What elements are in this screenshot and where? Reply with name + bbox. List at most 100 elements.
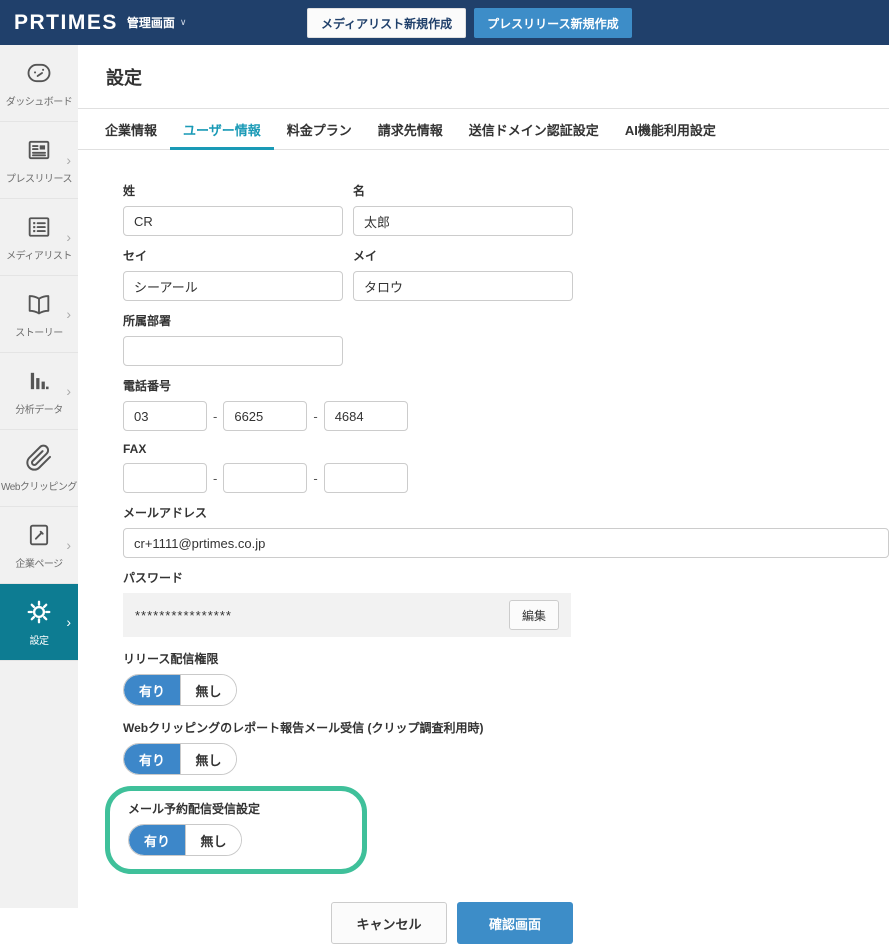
password-label: パスワード <box>123 569 889 586</box>
release-permission-label: リリース配信権限 <box>123 650 889 667</box>
story-icon <box>25 290 53 318</box>
sidebar: ダッシュボード プレスリリース › メディアリスト › <box>0 45 78 908</box>
sidebar-item-company-page[interactable]: 企業ページ › <box>0 507 78 584</box>
press-release-icon <box>25 136 53 164</box>
phone-field-1[interactable] <box>123 401 207 431</box>
name-row: 姓 名 <box>123 182 889 236</box>
sidebar-item-web-clipping[interactable]: Webクリッピング <box>0 430 78 507</box>
chevron-right-icon: › <box>66 229 71 245</box>
password-row: **************** 編集 <box>123 593 571 637</box>
last-name-label: 姓 <box>123 182 343 199</box>
sidebar-item-label: 分析データ <box>15 401 63 416</box>
release-permission-group: リリース配信権限 有り 無し <box>123 650 889 706</box>
chevron-right-icon: › <box>66 614 71 630</box>
email-field[interactable] <box>123 528 889 558</box>
tab-pricing-plan[interactable]: 料金プラン <box>274 109 365 149</box>
sidebar-item-dashboard[interactable]: ダッシュボード <box>0 45 78 122</box>
user-info-form: 姓 名 セイ メイ 所属部署 <box>78 150 889 944</box>
form-actions: キャンセル 確認画面 <box>331 902 889 944</box>
sidebar-item-story[interactable]: ストーリー › <box>0 276 78 353</box>
email-group: メールアドレス <box>123 504 889 558</box>
confirm-button[interactable]: 確認画面 <box>457 902 573 944</box>
company-page-icon <box>25 521 53 549</box>
new-press-release-button[interactable]: プレスリリース新規作成 <box>474 8 631 38</box>
mail-schedule-label: メール予約配信受信設定 <box>128 800 344 817</box>
sidebar-item-label: 設定 <box>30 632 49 647</box>
fax-group: FAX - - <box>123 442 889 493</box>
page-header: 設定 <box>78 45 889 109</box>
web-clipping-icon <box>25 444 53 472</box>
chevron-right-icon: › <box>66 306 71 322</box>
department-group: 所属部署 <box>123 312 889 366</box>
sidebar-item-label: 企業ページ <box>15 555 62 570</box>
sidebar-item-media-list[interactable]: メディアリスト › <box>0 199 78 276</box>
main-content: 設定 企業情報 ユーザー情報 料金プラン 請求先情報 送信ドメイン認証設定 AI… <box>78 45 889 908</box>
chevron-right-icon: › <box>66 537 71 553</box>
release-permission-on[interactable]: 有り <box>124 675 180 705</box>
first-name-kana-field[interactable] <box>353 271 573 301</box>
phone-field-2[interactable] <box>223 401 307 431</box>
webclipping-report-on[interactable]: 有り <box>124 744 180 774</box>
fax-label: FAX <box>123 442 889 456</box>
media-list-icon <box>25 213 53 241</box>
department-field[interactable] <box>123 336 343 366</box>
analytics-icon <box>25 367 53 395</box>
fax-field-1[interactable] <box>123 463 207 493</box>
first-name-kana-label: メイ <box>353 247 573 264</box>
sidebar-item-analytics[interactable]: 分析データ › <box>0 353 78 430</box>
phone-group: 電話番号 - - <box>123 377 889 431</box>
sidebar-item-press-release[interactable]: プレスリリース › <box>0 122 78 199</box>
fax-separator: - <box>313 471 317 486</box>
new-media-list-button[interactable]: メディアリスト新規作成 <box>307 8 466 38</box>
page-title: 設定 <box>106 64 142 90</box>
last-name-field[interactable] <box>123 206 343 236</box>
tab-billing-info[interactable]: 請求先情報 <box>365 109 456 149</box>
webclipping-report-label: Webクリッピングのレポート報告メール受信 (クリップ調査利用時) <box>123 719 889 736</box>
webclipping-report-toggle: 有り 無し <box>123 743 237 775</box>
mail-schedule-toggle: 有り 無し <box>128 824 242 856</box>
chevron-down-icon: ∨ <box>180 17 187 28</box>
password-group: パスワード **************** 編集 <box>123 569 889 637</box>
release-permission-off[interactable]: 無し <box>180 675 236 705</box>
fax-field-3[interactable] <box>324 463 408 493</box>
release-permission-toggle: 有り 無し <box>123 674 237 706</box>
kana-row: セイ メイ <box>123 247 889 301</box>
mail-schedule-off[interactable]: 無し <box>185 825 241 855</box>
sidebar-item-label: プレスリリース <box>6 170 72 185</box>
last-name-kana-field[interactable] <box>123 271 343 301</box>
fax-field-2[interactable] <box>223 463 307 493</box>
webclipping-report-group: Webクリッピングのレポート報告メール受信 (クリップ調査利用時) 有り 無し <box>123 719 889 775</box>
password-masked-value: **************** <box>135 608 232 623</box>
password-edit-button[interactable]: 編集 <box>509 600 559 630</box>
tab-ai-feature[interactable]: AI機能利用設定 <box>612 109 729 149</box>
sidebar-item-settings[interactable]: 設定 › <box>0 584 78 661</box>
first-name-field[interactable] <box>353 206 573 236</box>
phone-separator: - <box>213 409 217 424</box>
admin-menu[interactable]: 管理画面 <box>127 14 175 31</box>
app-header: PRTIMES 管理画面 ∨ メディアリスト新規作成 プレスリリース新規作成 <box>0 0 889 45</box>
sidebar-item-label: Webクリッピング <box>1 478 77 493</box>
tab-company-info[interactable]: 企業情報 <box>92 109 170 149</box>
department-label: 所属部署 <box>123 312 889 329</box>
cancel-button[interactable]: キャンセル <box>331 902 447 944</box>
tab-sending-domain-auth[interactable]: 送信ドメイン認証設定 <box>456 109 612 149</box>
first-name-label: 名 <box>353 182 573 199</box>
dashboard-icon <box>25 59 53 87</box>
email-label: メールアドレス <box>123 504 889 521</box>
fax-separator: - <box>213 471 217 486</box>
chevron-right-icon: › <box>66 152 71 168</box>
webclipping-report-off[interactable]: 無し <box>180 744 236 774</box>
sidebar-item-label: ダッシュボード <box>6 93 73 108</box>
settings-tabbar: 企業情報 ユーザー情報 料金プラン 請求先情報 送信ドメイン認証設定 AI機能利… <box>78 109 889 150</box>
sidebar-item-label: ストーリー <box>15 324 63 339</box>
tab-user-info[interactable]: ユーザー情報 <box>170 109 274 149</box>
chevron-right-icon: › <box>66 383 71 399</box>
header-actions: メディアリスト新規作成 プレスリリース新規作成 <box>307 8 632 38</box>
last-name-kana-label: セイ <box>123 247 343 264</box>
phone-label: 電話番号 <box>123 377 889 394</box>
mail-schedule-highlight: メール予約配信受信設定 有り 無し <box>105 786 367 874</box>
phone-field-3[interactable] <box>324 401 408 431</box>
mail-schedule-on[interactable]: 有り <box>129 825 185 855</box>
prtimes-logo: PRTIMES <box>14 11 118 35</box>
phone-separator: - <box>313 409 317 424</box>
